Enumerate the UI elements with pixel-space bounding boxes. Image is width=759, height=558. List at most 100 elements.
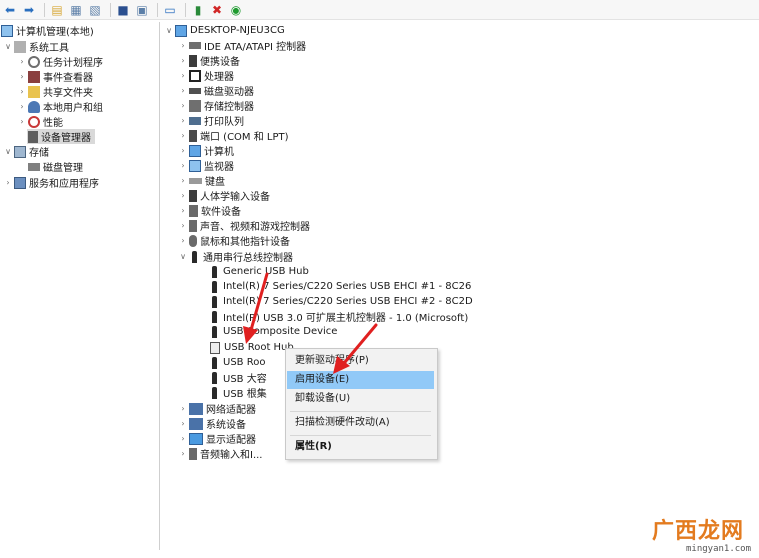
tree-item-computer-management[interactable]: 计算机管理(本地)	[0, 23, 94, 38]
device-category-ide[interactable]: › IDE ATA/ATAPI 控制器	[178, 38, 306, 53]
tree-item-label: 计算机管理(本地)	[16, 27, 94, 38]
device-category-processors[interactable]: › 处理器	[178, 68, 234, 83]
chevron-right-icon[interactable]: ›	[178, 449, 188, 458]
chevron-down-icon[interactable]: ∨	[164, 26, 174, 35]
uninstall-icon[interactable]: ✖	[209, 2, 225, 18]
chevron-down-icon[interactable]: ∨	[3, 147, 13, 156]
tree-item-services[interactable]: › 服务和应用程序	[3, 175, 99, 190]
chevron-right-icon[interactable]: ›	[178, 176, 188, 185]
usb-device-root-hub-3[interactable]: USB 根集	[208, 385, 267, 400]
device-label: Intel(R) USB 3.0 可扩展主机控制器 - 1.0 (Microso…	[223, 313, 469, 324]
tree-item-local-users[interactable]: › 本地用户和组	[17, 99, 103, 114]
usb-device-ehci-2[interactable]: Intel(R) 7 Series/C220 Series USB EHCI #…	[208, 294, 473, 309]
device-category-display[interactable]: › 显示适配器	[178, 431, 256, 446]
chevron-right-icon[interactable]: ›	[178, 146, 188, 155]
back-icon[interactable]: ⬅	[2, 2, 18, 18]
chevron-right-icon[interactable]: ›	[178, 71, 188, 80]
usb-icon	[212, 371, 217, 384]
usb-device-root-hub-2[interactable]: USB Roo	[208, 355, 265, 370]
device-category-ports[interactable]: › 端口 (COM 和 LPT)	[178, 128, 289, 143]
device-category-keyboards[interactable]: › 键盘	[178, 173, 225, 188]
chevron-down-icon[interactable]: ∨	[3, 42, 13, 51]
chevron-right-icon[interactable]: ›	[178, 41, 188, 50]
chevron-right-icon[interactable]: ›	[178, 86, 188, 95]
device-category-portable[interactable]: › 便携设备	[178, 53, 240, 68]
tree-item-label: 共享文件夹	[43, 88, 93, 99]
tree-item-system-tools[interactable]: ∨ 系统工具	[3, 39, 69, 54]
chevron-down-icon[interactable]: ∨	[178, 252, 188, 261]
chevron-right-icon[interactable]: ›	[178, 56, 188, 65]
menu-item-properties[interactable]: 属性(R)	[287, 438, 434, 456]
chevron-right-icon[interactable]: ›	[178, 419, 188, 428]
menu-item-scan-hardware[interactable]: 扫描检测硬件改动(A)	[287, 414, 434, 432]
device-category-computer[interactable]: › 计算机	[178, 143, 234, 158]
usb-device-ehci-1[interactable]: Intel(R) 7 Series/C220 Series USB EHCI #…	[208, 279, 471, 294]
usb-device-generic-hub[interactable]: Generic USB Hub	[208, 264, 309, 279]
usb-device-root-hub-selected[interactable]: USB Root Hub	[208, 340, 294, 355]
device-category-disk-drives[interactable]: › 磁盘驱动器	[178, 83, 254, 98]
chevron-right-icon[interactable]: ›	[178, 191, 188, 200]
tree-item-label: 本地用户和组	[43, 103, 103, 114]
device-category-print-queues[interactable]: › 打印队列	[178, 113, 244, 128]
usb-device-xhci[interactable]: Intel(R) USB 3.0 可扩展主机控制器 - 1.0 (Microso…	[208, 309, 468, 324]
menu-item-update-driver[interactable]: 更新驱动程序(P)	[287, 352, 434, 370]
category-label: 存储控制器	[204, 102, 254, 113]
system-device-icon	[189, 417, 203, 430]
tree-item-label: 事件查看器	[43, 73, 93, 84]
chevron-right-icon[interactable]: ›	[3, 178, 13, 187]
chevron-right-icon[interactable]: ›	[178, 161, 188, 170]
menu-item-uninstall-device[interactable]: 卸载设备(U)	[287, 390, 434, 408]
tree-item-label: 磁盘管理	[43, 163, 83, 174]
tree-item-event-viewer[interactable]: › 事件查看器	[17, 69, 93, 84]
tree-item-task-scheduler[interactable]: › 任务计划程序	[17, 54, 103, 69]
chevron-right-icon[interactable]: ›	[178, 236, 188, 245]
monitor-icon[interactable]: ▭	[162, 2, 178, 18]
device-category-usb[interactable]: ∨ 通用串行总线控制器	[178, 249, 293, 264]
device-category-hid[interactable]: › 人体学输入设备	[178, 188, 270, 203]
device-category-system[interactable]: › 系统设备	[178, 416, 246, 431]
enable-device-icon[interactable]: ◉	[228, 2, 244, 18]
usb-device-composite[interactable]: USB Composite Device	[208, 324, 337, 339]
chevron-right-icon[interactable]: ›	[178, 116, 188, 125]
help-icon[interactable]: ■	[115, 2, 131, 18]
menu-item-enable-device[interactable]: 启用设备(E)	[287, 371, 434, 389]
device-category-audio-io[interactable]: › 音频输入和I...	[178, 446, 263, 461]
forward-icon[interactable]: ➡	[21, 2, 37, 18]
device-category-sound[interactable]: › 声音、视频和游戏控制器	[178, 218, 310, 233]
device-category-monitors[interactable]: › 监视器	[178, 158, 234, 173]
tree-item-shared-folders[interactable]: › 共享文件夹	[17, 84, 93, 99]
export-list-icon[interactable]: ▧	[87, 2, 103, 18]
chevron-right-icon[interactable]: ›	[17, 102, 27, 111]
toolbar-separator	[44, 2, 45, 17]
tree-item-performance[interactable]: › 性能	[17, 114, 63, 129]
up-folder-icon[interactable]: ▤	[49, 2, 65, 18]
chevron-right-icon[interactable]: ›	[178, 206, 188, 215]
device-category-storage-controllers[interactable]: › 存储控制器	[178, 98, 254, 113]
tree-item-storage[interactable]: ∨ 存储	[3, 144, 49, 159]
update-driver-icon[interactable]: ▮	[190, 2, 206, 18]
chevron-right-icon[interactable]: ›	[17, 117, 27, 126]
chevron-right-icon[interactable]: ›	[178, 221, 188, 230]
device-tree-root[interactable]: ∨ DESKTOP-NJEU3CG	[164, 23, 285, 38]
hid-icon	[189, 189, 197, 202]
properties-icon[interactable]: ▣	[134, 2, 150, 18]
tree-item-device-manager[interactable]: 设备管理器	[27, 129, 95, 144]
pane-splitter[interactable]	[159, 22, 160, 550]
toolbar-separator	[110, 2, 111, 17]
mouse-icon	[189, 234, 197, 247]
tree-item-disk-management[interactable]: 磁盘管理	[27, 159, 83, 174]
chevron-right-icon[interactable]: ›	[17, 87, 27, 96]
console-tree-icon[interactable]: ▦	[68, 2, 84, 18]
chevron-right-icon[interactable]: ›	[17, 72, 27, 81]
category-label: 监视器	[204, 162, 234, 173]
device-category-network[interactable]: › 网络适配器	[178, 401, 256, 416]
device-category-mice[interactable]: › 鼠标和其他指针设备	[178, 233, 290, 248]
users-icon	[28, 100, 40, 113]
usb-device-mass-storage[interactable]: USB 大容	[208, 370, 267, 385]
chevron-right-icon[interactable]: ›	[178, 101, 188, 110]
device-category-software[interactable]: › 软件设备	[178, 203, 241, 218]
chevron-right-icon[interactable]: ›	[178, 131, 188, 140]
chevron-right-icon[interactable]: ›	[17, 57, 27, 66]
chevron-right-icon[interactable]: ›	[178, 434, 188, 443]
chevron-right-icon[interactable]: ›	[178, 404, 188, 413]
